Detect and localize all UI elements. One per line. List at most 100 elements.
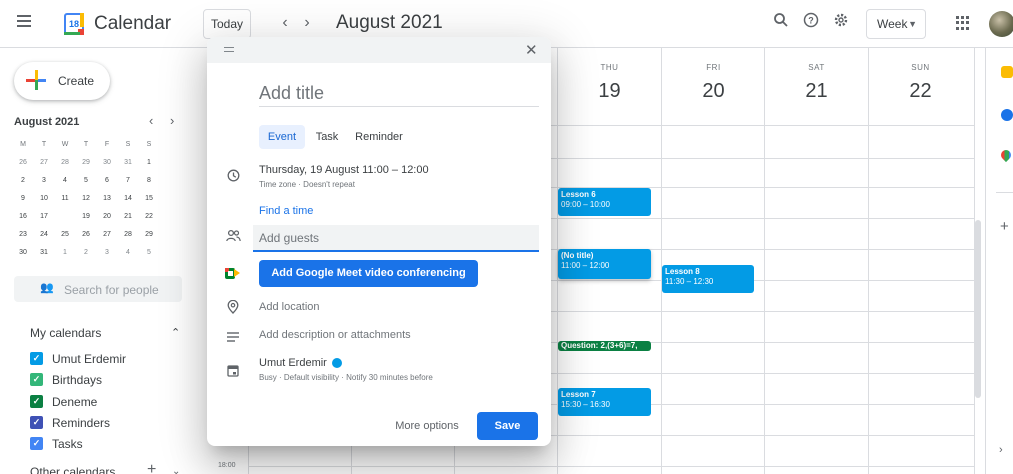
search-icon[interactable] bbox=[770, 12, 792, 34]
tab-reminder[interactable]: Reminder bbox=[349, 125, 409, 149]
avatar[interactable] bbox=[989, 11, 1013, 37]
mini-day[interactable]: 21 bbox=[120, 208, 136, 226]
save-button[interactable]: Save bbox=[477, 412, 538, 440]
my-calendars-title[interactable]: My calendars bbox=[30, 326, 101, 340]
add-addon-icon[interactable]: + bbox=[1000, 218, 1009, 235]
mini-day[interactable]: 24 bbox=[36, 226, 52, 244]
view-selector[interactable]: Week ▼ bbox=[866, 9, 926, 39]
mini-day[interactable]: 5 bbox=[78, 172, 94, 190]
day-header-thu[interactable]: THU 19 bbox=[558, 63, 661, 103]
mini-day[interactable]: 28 bbox=[57, 154, 73, 172]
checkbox-checked-icon[interactable]: ✓ bbox=[30, 352, 43, 365]
close-icon[interactable]: ✕ bbox=[525, 41, 538, 59]
day-header-fri[interactable]: FRI 20 bbox=[662, 63, 765, 103]
mini-day[interactable]: 10 bbox=[36, 190, 52, 208]
day-header-sat[interactable]: SAT 21 bbox=[765, 63, 868, 103]
mini-day[interactable]: 16 bbox=[15, 208, 31, 226]
mini-day[interactable]: 11 bbox=[57, 190, 73, 208]
day-header-sun[interactable]: SUN 22 bbox=[869, 63, 972, 103]
settings-icon[interactable] bbox=[830, 12, 852, 34]
mini-prev-month-button[interactable]: ‹ bbox=[149, 113, 153, 128]
event-chip[interactable]: Question: 2,(3+6)=7, 13 bbox=[558, 341, 651, 351]
mini-day[interactable]: 2 bbox=[15, 172, 31, 190]
more-options-button[interactable]: More options bbox=[387, 413, 467, 440]
calendar-owner-name[interactable]: Umut Erdemir bbox=[259, 357, 327, 369]
mini-day[interactable]: 15 bbox=[141, 190, 157, 208]
mini-day[interactable]: 30 bbox=[99, 154, 115, 172]
tab-task[interactable]: Task bbox=[309, 125, 345, 149]
create-button[interactable]: Create bbox=[14, 62, 110, 100]
mini-day[interactable]: 17 bbox=[36, 208, 52, 226]
mini-day[interactable]: 25 bbox=[57, 226, 73, 244]
chevron-right-icon[interactable]: › bbox=[999, 444, 1003, 456]
search-people-input[interactable]: 👥 Search for people bbox=[14, 276, 182, 302]
add-guests-input[interactable] bbox=[253, 225, 539, 252]
next-week-button[interactable]: › bbox=[298, 12, 316, 34]
mini-day[interactable]: 26 bbox=[78, 226, 94, 244]
mini-day[interactable]: 20 bbox=[99, 208, 115, 226]
calendar-item[interactable]: ✓ Umut Erdemir bbox=[30, 349, 180, 369]
event-title-input[interactable] bbox=[259, 81, 539, 107]
mini-day[interactable]: 4 bbox=[120, 244, 136, 262]
mini-day[interactable]: 7 bbox=[120, 172, 136, 190]
mini-day[interactable]: 22 bbox=[141, 208, 157, 226]
mini-day[interactable]: 31 bbox=[36, 244, 52, 262]
mini-day[interactable]: 30 bbox=[15, 244, 31, 262]
event-date-time[interactable]: Thursday, 19 August 11:00 – 12:00 bbox=[259, 164, 429, 176]
tab-event[interactable]: Event bbox=[259, 125, 305, 149]
tasks-icon[interactable] bbox=[1001, 109, 1013, 121]
keep-icon[interactable] bbox=[1001, 66, 1013, 78]
calendar-item[interactable]: ✓ Birthdays bbox=[30, 370, 180, 390]
mini-day[interactable]: 5 bbox=[141, 244, 157, 262]
previous-week-button[interactable]: ‹ bbox=[276, 12, 294, 34]
mini-day[interactable]: 1 bbox=[141, 154, 157, 172]
menu-icon[interactable] bbox=[12, 12, 36, 36]
mini-day[interactable]: 23 bbox=[15, 226, 31, 244]
checkbox-checked-icon[interactable]: ✓ bbox=[30, 373, 43, 386]
mini-day[interactable]: 29 bbox=[141, 226, 157, 244]
mini-day[interactable]: 3 bbox=[36, 172, 52, 190]
event-chip-selected[interactable]: (No title) 11:00 – 12:00 bbox=[558, 249, 651, 279]
mini-day-today[interactable]: 18 bbox=[56, 208, 74, 226]
mini-day[interactable]: 31 bbox=[120, 154, 136, 172]
add-calendar-icon[interactable]: + bbox=[147, 461, 156, 474]
mini-day[interactable]: 4 bbox=[57, 172, 73, 190]
help-icon[interactable]: ? bbox=[800, 12, 822, 34]
mini-day[interactable]: 1 bbox=[57, 244, 73, 262]
busy-visibility-notify[interactable]: Busy · Default visibility · Notify 30 mi… bbox=[259, 373, 433, 382]
checkbox-checked-icon[interactable]: ✓ bbox=[30, 416, 43, 429]
add-google-meet-button[interactable]: Add Google Meet video conferencing bbox=[259, 260, 478, 287]
mini-day[interactable]: 9 bbox=[15, 190, 31, 208]
mini-day[interactable]: 27 bbox=[99, 226, 115, 244]
mini-day[interactable]: 27 bbox=[36, 154, 52, 172]
mini-day[interactable]: 2 bbox=[78, 244, 94, 262]
mini-day[interactable]: 14 bbox=[120, 190, 136, 208]
add-description-field[interactable]: Add description or attachments bbox=[259, 329, 411, 341]
today-button[interactable]: Today bbox=[203, 9, 251, 39]
mini-next-month-button[interactable]: › bbox=[170, 113, 174, 128]
chevron-down-icon[interactable]: ⌄ bbox=[172, 466, 180, 474]
other-calendars-title[interactable]: Other calendars bbox=[30, 465, 115, 474]
event-chip[interactable]: Lesson 8 11:30 – 12:30 bbox=[662, 265, 754, 293]
calendar-item[interactable]: ✓ Tasks bbox=[30, 434, 180, 454]
find-a-time-link[interactable]: Find a time bbox=[259, 205, 313, 217]
mini-day[interactable]: 12 bbox=[78, 190, 94, 208]
event-timezone-repeat[interactable]: Time zone · Doesn't repeat bbox=[259, 180, 355, 189]
mini-day[interactable]: 8 bbox=[141, 172, 157, 190]
event-chip[interactable]: Lesson 6 09:00 – 10:00 bbox=[558, 188, 651, 216]
add-location-field[interactable]: Add location bbox=[259, 301, 320, 313]
mini-day[interactable]: 26 bbox=[15, 154, 31, 172]
checkbox-checked-icon[interactable]: ✓ bbox=[30, 395, 43, 408]
calendar-item[interactable]: ✓ Deneme bbox=[30, 392, 180, 412]
chevron-up-icon[interactable]: ⌃ bbox=[171, 326, 180, 339]
apps-grid-icon[interactable] bbox=[956, 16, 970, 30]
mini-day[interactable]: 28 bbox=[120, 226, 136, 244]
dialog-drag-bar[interactable]: ✕ bbox=[207, 37, 551, 63]
checkbox-checked-icon[interactable]: ✓ bbox=[30, 437, 43, 450]
grid-scrollbar[interactable] bbox=[975, 220, 981, 398]
drag-handle-icon[interactable] bbox=[224, 47, 234, 55]
calendar-item[interactable]: ✓ Reminders bbox=[30, 413, 180, 433]
mini-day[interactable]: 19 bbox=[78, 208, 94, 226]
mini-day[interactable]: 13 bbox=[99, 190, 115, 208]
mini-day[interactable]: 3 bbox=[99, 244, 115, 262]
